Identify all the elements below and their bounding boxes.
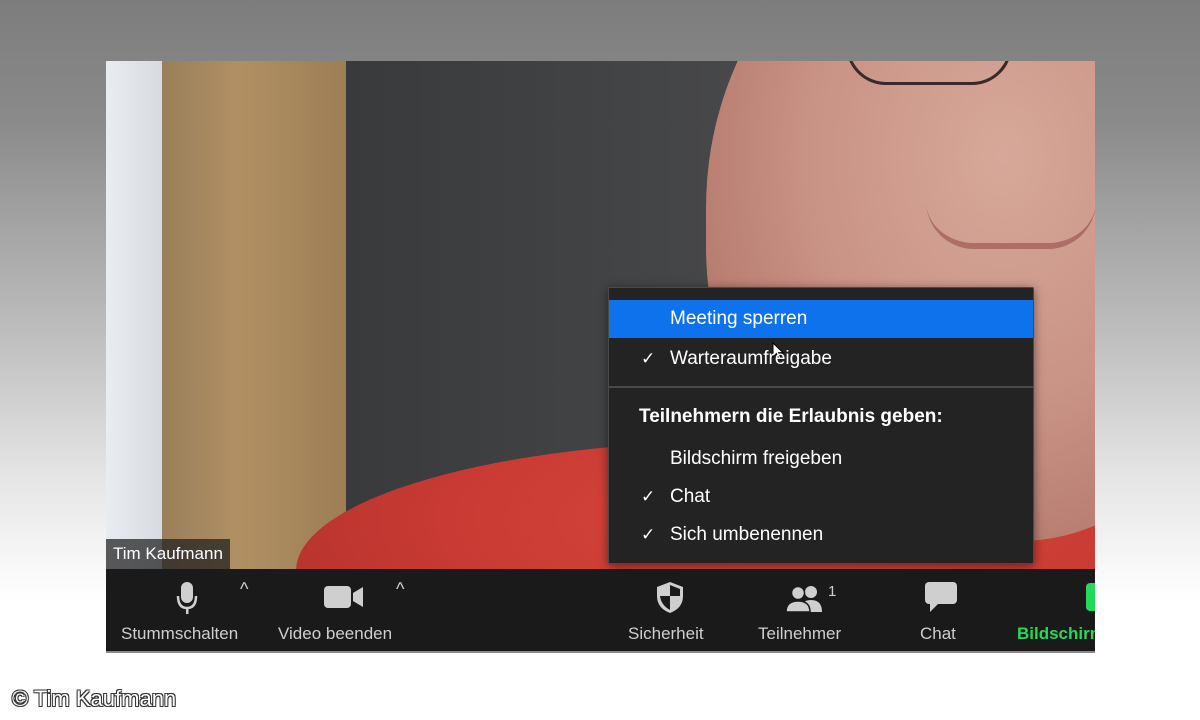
- share-screen-button[interactable]: Bildschirm: [1006, 569, 1095, 653]
- checkmark-icon: ✓: [641, 349, 656, 368]
- chat-button-label: Chat: [920, 624, 956, 643]
- checkmark-icon: ✓: [641, 525, 656, 544]
- participants-icon: [786, 585, 822, 613]
- zoom-meeting-window: Tim Kaufmann Meeting sperren ✓ Warteraum…: [106, 61, 1095, 653]
- meeting-toolbar: Stummschalten ^ Video beenden ^ Sicherhe…: [106, 569, 1095, 653]
- participants-count-badge: 1: [828, 583, 837, 600]
- security-button-label: Sicherheit: [628, 624, 704, 643]
- window-bottom-border: [106, 651, 1095, 653]
- menu-item-label: Warteraumfreigabe: [670, 348, 832, 369]
- menu-item-label: Chat: [670, 486, 711, 507]
- menu-item-rename[interactable]: ✓ Sich umbenennen: [609, 516, 1033, 554]
- mute-options-chevron-icon[interactable]: ^: [240, 579, 248, 600]
- video-mouth: [926, 201, 1095, 249]
- menu-item-label: Bildschirm freigeben: [670, 448, 843, 469]
- chat-button[interactable]: Chat: [906, 569, 976, 653]
- mute-button[interactable]: Stummschalten: [116, 569, 256, 653]
- video-options-chevron-icon[interactable]: ^: [396, 579, 404, 600]
- permissions-section-header: Teilnehmern die Erlaubnis geben:: [639, 406, 943, 427]
- stop-video-button[interactable]: Video beenden: [274, 569, 414, 653]
- microphone-icon: [176, 582, 198, 614]
- chat-bubble-icon: [925, 582, 957, 612]
- menu-item-label: Sich umbenennen: [670, 524, 824, 545]
- share-screen-button-label: Bildschirm: [1017, 624, 1095, 643]
- menu-divider: [609, 386, 1033, 388]
- shield-icon: [657, 582, 683, 613]
- copyright-watermark: © Tim Kaufmann: [12, 686, 177, 711]
- mute-button-label: Stummschalten: [121, 624, 239, 643]
- checkmark-icon: ✓: [641, 487, 656, 506]
- security-button[interactable]: Sicherheit: [621, 569, 721, 653]
- participant-video[interactable]: Tim Kaufmann Meeting sperren ✓ Warteraum…: [106, 61, 1095, 569]
- video-glasses: [846, 61, 1012, 85]
- security-menu: Meeting sperren ✓ Warteraumfreigabe Teil…: [608, 287, 1034, 564]
- menu-item-lock-meeting[interactable]: Meeting sperren: [609, 300, 1033, 360]
- menu-item-waiting-room[interactable]: ✓ Warteraumfreigabe: [609, 340, 1033, 378]
- participants-button[interactable]: 1 Teilnehmer: [756, 569, 861, 653]
- menu-item-share-screen[interactable]: Bildschirm freigeben: [609, 440, 1033, 478]
- participant-name-tag: Tim Kaufmann: [106, 539, 230, 569]
- menu-item-label: Meeting sperren: [670, 308, 808, 329]
- stop-video-button-label: Video beenden: [278, 624, 393, 643]
- menu-item-chat[interactable]: ✓ Chat: [609, 478, 1033, 516]
- video-camera-icon: [324, 586, 363, 608]
- video-background-door: [162, 61, 352, 569]
- participants-button-label: Teilnehmer: [758, 624, 842, 643]
- share-screen-icon: [1086, 583, 1095, 611]
